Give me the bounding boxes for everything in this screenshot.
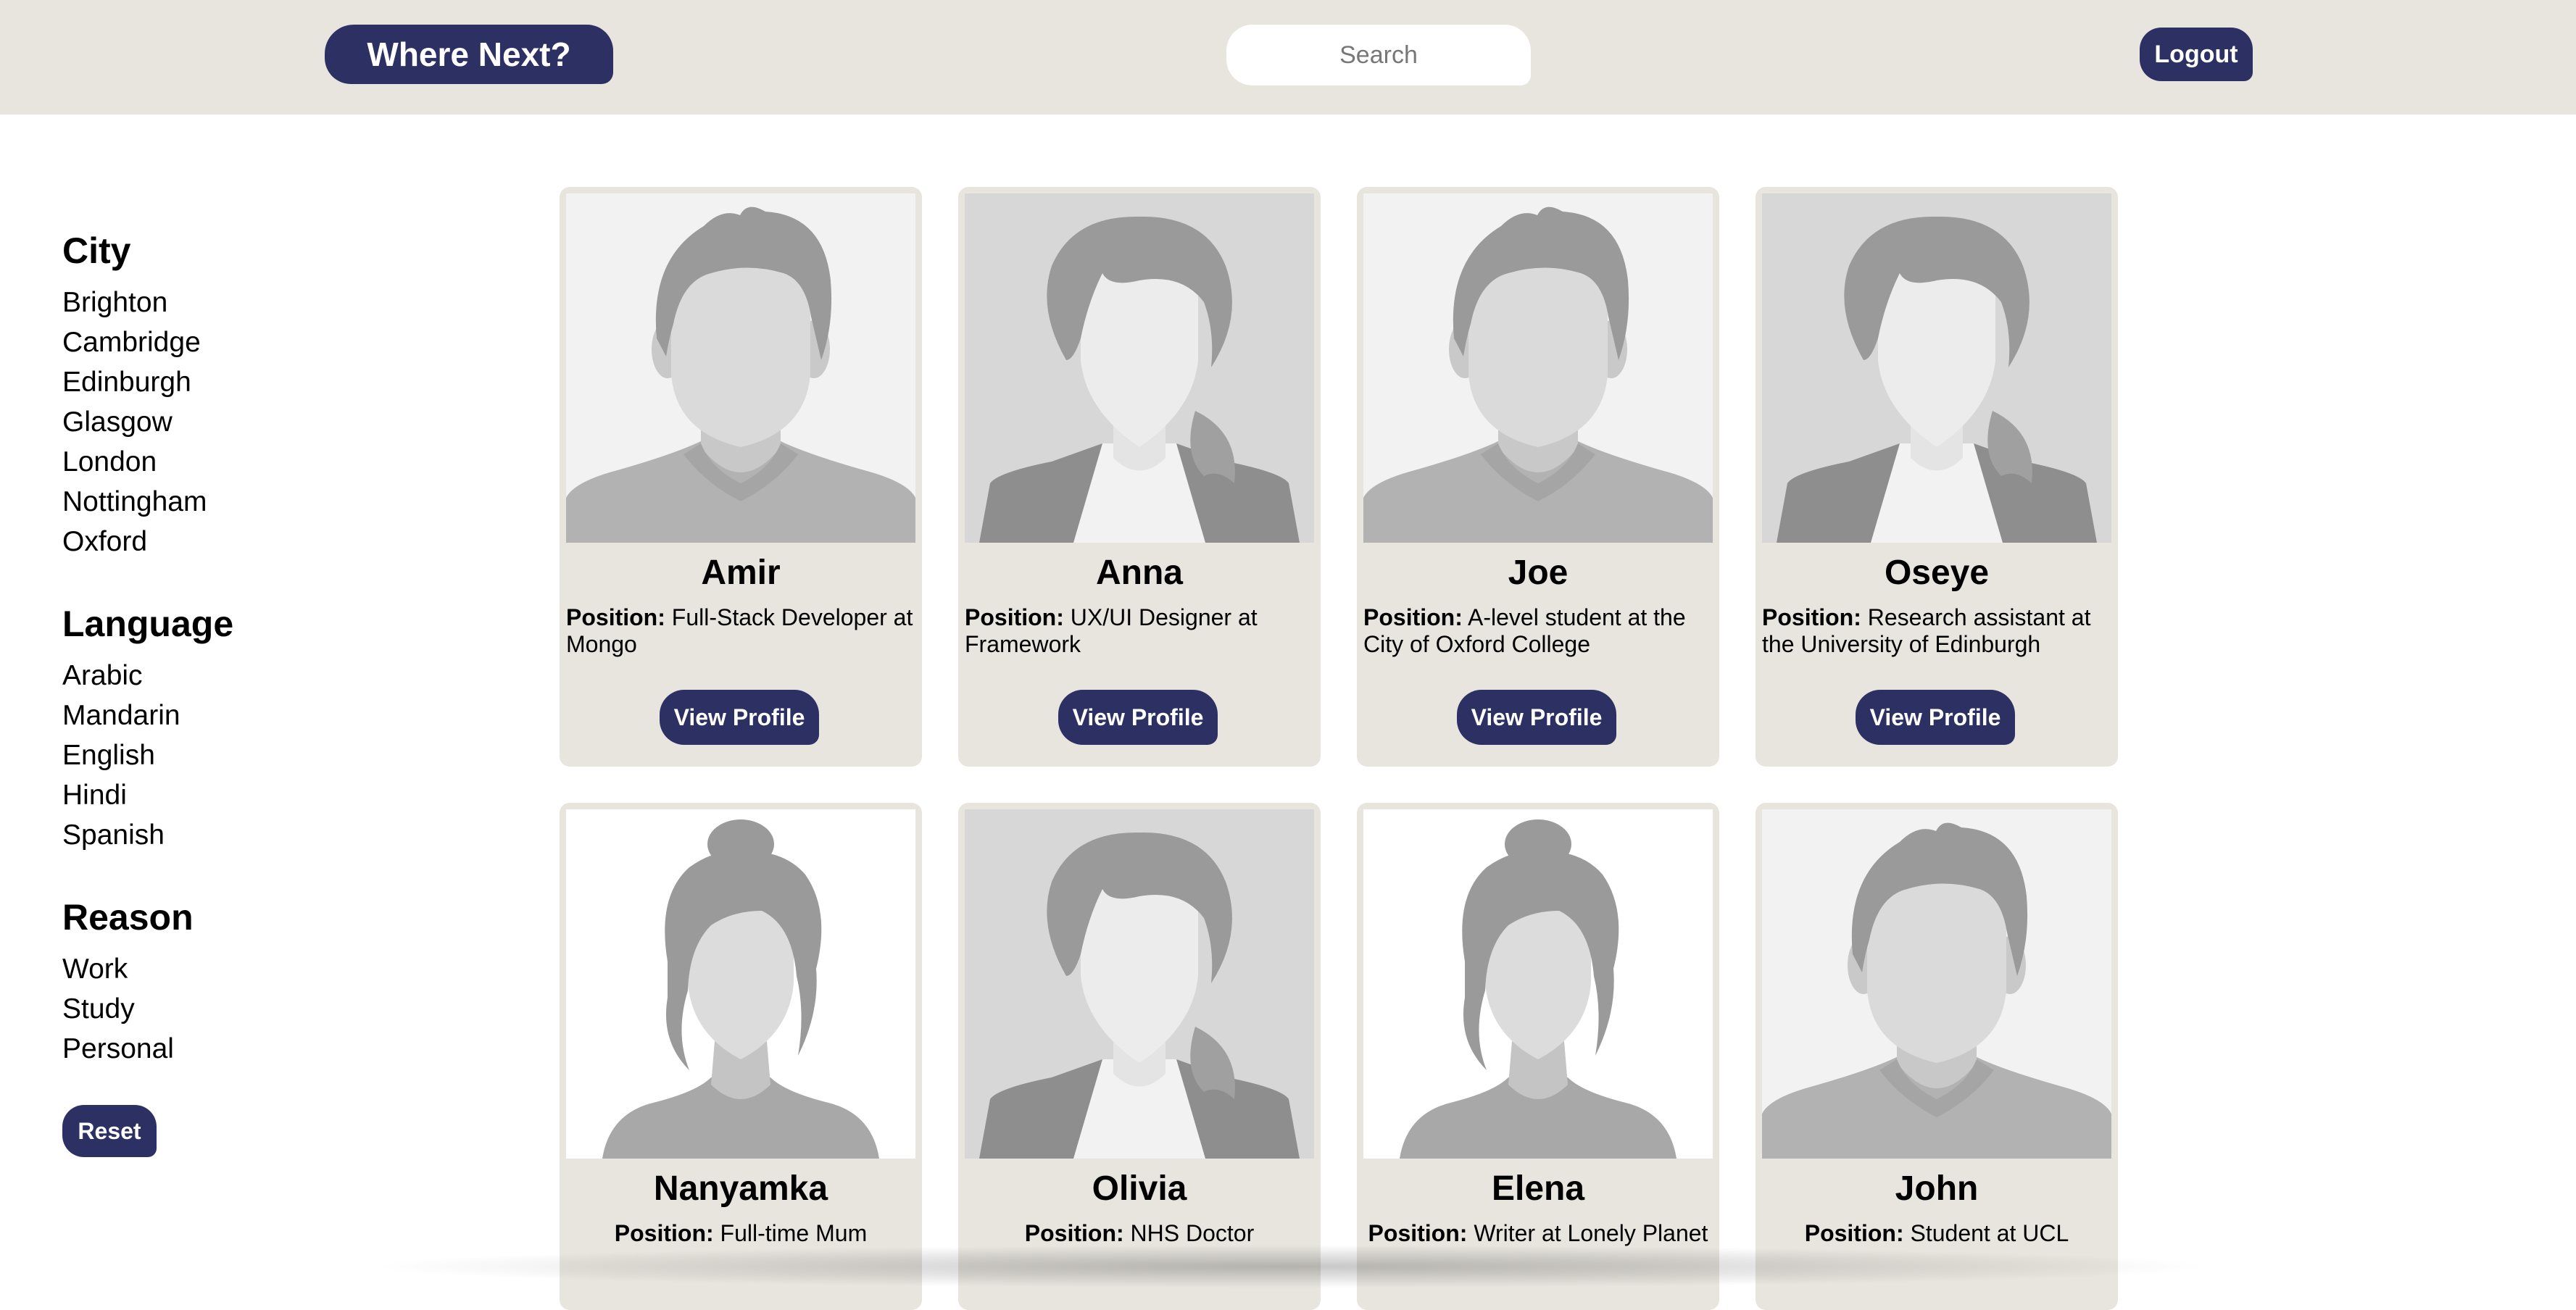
city-filter-title: City xyxy=(62,230,131,271)
position-value: Full-time Mum xyxy=(720,1220,868,1246)
profile-card: John Position: Student at UCL xyxy=(1756,803,2118,1310)
view-profile-button[interactable]: View Profile xyxy=(1856,690,2015,745)
female-ponytail-avatar-icon xyxy=(965,193,1314,543)
profile-position: Position: NHS Doctor xyxy=(965,1220,1314,1247)
reason-filter-item[interactable]: Personal xyxy=(62,1029,338,1069)
female-ponytail-avatar-icon xyxy=(965,809,1314,1159)
search-input[interactable] xyxy=(1226,25,1531,85)
male-avatar-icon xyxy=(1363,193,1713,543)
profile-name: Nanyamka xyxy=(653,1169,828,1208)
language-filter-item[interactable]: English xyxy=(62,735,338,775)
language-filter-group: Language Arabic Mandarin English Hindi S… xyxy=(62,598,338,855)
language-filter-item[interactable]: Arabic xyxy=(62,656,338,696)
language-filter-item[interactable]: Spanish xyxy=(62,815,338,855)
position-label: Position: xyxy=(1024,1220,1124,1246)
female-bun-avatar-icon xyxy=(1363,809,1713,1159)
language-filter-item[interactable]: Hindi xyxy=(62,775,338,815)
position-label: Position: xyxy=(965,604,1064,630)
profile-position: Position: Writer at Lonely Planet xyxy=(1363,1220,1713,1247)
profile-position: Position: Full-Stack Developer at Mongo xyxy=(566,604,915,658)
reason-filter-group: Reason Work Study Personal xyxy=(62,891,338,1069)
reason-filter-item[interactable]: Study xyxy=(62,989,338,1029)
profile-card: Nanyamka Position: Full-time Mum xyxy=(560,803,922,1310)
profile-position: Position: Full-time Mum xyxy=(566,1220,915,1247)
view-profile-button[interactable]: View Profile xyxy=(660,690,819,745)
city-filter-group: City Brighton Cambridge Edinburgh Glasgo… xyxy=(62,225,338,562)
profile-name: Olivia xyxy=(1092,1169,1187,1208)
profile-card: Oseye Position: Research assistant at the… xyxy=(1756,187,2118,767)
profile-name: Anna xyxy=(1096,554,1183,592)
city-filter-item[interactable]: Oxford xyxy=(62,522,338,562)
position-label: Position: xyxy=(1363,604,1463,630)
city-filter-item[interactable]: Brighton xyxy=(62,283,338,322)
city-filter-item[interactable]: Glasgow xyxy=(62,402,338,442)
city-filter-item[interactable]: London xyxy=(62,442,338,482)
male-avatar-icon xyxy=(1762,809,2111,1159)
profile-name: Joe xyxy=(1508,554,1569,592)
scroll-shadow xyxy=(362,1245,2218,1288)
brand-logo-button[interactable]: Where Next? xyxy=(325,25,613,84)
city-filter-item[interactable]: Edinburgh xyxy=(62,362,338,402)
position-value: NHS Doctor xyxy=(1130,1220,1255,1246)
reset-button[interactable]: Reset xyxy=(62,1105,157,1157)
profile-name: Oseye xyxy=(1884,554,1990,592)
profile-position: Position: UX/UI Designer at Framework xyxy=(965,604,1314,658)
position-label: Position: xyxy=(566,604,665,630)
profile-card: Joe Position: A-level student at the City… xyxy=(1357,187,1719,767)
filter-sidebar: City Brighton Cambridge Edinburgh Glasgo… xyxy=(62,225,338,1157)
profile-name: Elena xyxy=(1491,1169,1585,1208)
profile-position: Position: A-level student at the City of… xyxy=(1363,604,1713,658)
top-bar: Where Next? Logout xyxy=(0,0,2576,114)
profile-card: Olivia Position: NHS Doctor xyxy=(958,803,1321,1310)
view-profile-button[interactable]: View Profile xyxy=(1058,690,1218,745)
profile-name: Amir xyxy=(701,554,781,592)
profile-card: Anna Position: UX/UI Designer at Framewor… xyxy=(958,187,1321,767)
profile-card: Elena Position: Writer at Lonely Planet xyxy=(1357,803,1719,1310)
position-label: Position: xyxy=(614,1220,714,1246)
profile-card: Amir Position: Full-Stack Developer at Mo… xyxy=(560,187,922,767)
language-filter-title: Language xyxy=(62,604,234,644)
view-profile-button[interactable]: View Profile xyxy=(1457,690,1616,745)
position-label: Position: xyxy=(1804,1220,1904,1246)
language-filter-item[interactable]: Mandarin xyxy=(62,696,338,735)
position-label: Position: xyxy=(1762,604,1861,630)
profile-position: Position: Student at UCL xyxy=(1762,1220,2111,1247)
city-filter-item[interactable]: Nottingham xyxy=(62,482,338,522)
reason-filter-title: Reason xyxy=(62,897,194,938)
female-ponytail-avatar-icon xyxy=(1762,193,2111,543)
reason-filter-item[interactable]: Work xyxy=(62,949,338,989)
city-filter-item[interactable]: Cambridge xyxy=(62,322,338,362)
profile-name: John xyxy=(1895,1169,1979,1208)
female-bun-avatar-icon xyxy=(566,809,915,1159)
position-value: Writer at Lonely Planet xyxy=(1474,1220,1708,1246)
position-label: Position: xyxy=(1368,1220,1468,1246)
profile-position: Position: Research assistant at the Univ… xyxy=(1762,604,2111,658)
logout-button[interactable]: Logout xyxy=(2140,28,2253,81)
male-avatar-icon xyxy=(566,193,915,543)
position-value: Student at UCL xyxy=(1910,1220,2069,1246)
